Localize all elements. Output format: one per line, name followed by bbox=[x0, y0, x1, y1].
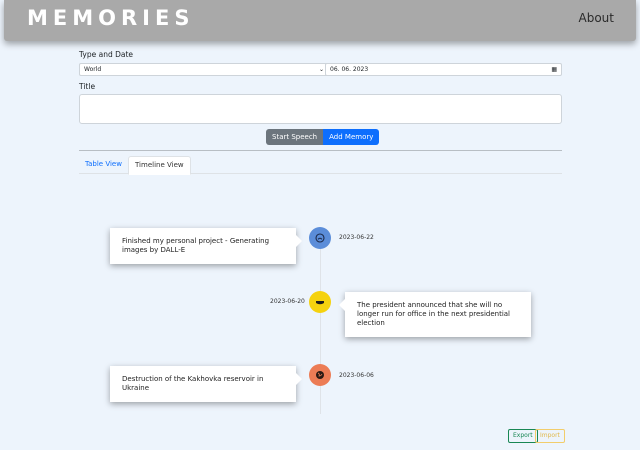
import-button[interactable]: Import bbox=[535, 429, 565, 443]
personal-icon bbox=[315, 233, 325, 243]
timeline-line bbox=[320, 228, 321, 414]
type-date-label: Type and Date bbox=[79, 50, 134, 59]
date-input-value: 06. 06. 2023 bbox=[330, 66, 369, 73]
action-button-group: Start Speech Add Memory bbox=[266, 129, 380, 145]
brand-logo[interactable]: MEMORIES bbox=[27, 6, 194, 30]
timeline-card-text: The president announced that she will no… bbox=[357, 301, 511, 327]
timeline-date: 2023-06-06 bbox=[339, 372, 374, 379]
timeline-card[interactable]: The president announced that she will no… bbox=[339, 292, 531, 337]
about-link[interactable]: About bbox=[579, 11, 614, 25]
title-textarea[interactable] bbox=[79, 94, 562, 124]
calendar-icon[interactable]: ▦ bbox=[551, 64, 557, 75]
timeline-card[interactable]: Destruction of the Kakhovka reservoir in… bbox=[110, 366, 302, 402]
timeline-dot bbox=[309, 291, 331, 313]
chevron-down-icon: ⌄ bbox=[318, 66, 324, 73]
view-tabs: Table View Timeline View bbox=[79, 156, 562, 175]
timeline-date: 2023-06-22 bbox=[339, 234, 374, 241]
world-icon bbox=[316, 371, 324, 379]
start-speech-button[interactable]: Start Speech bbox=[266, 129, 324, 145]
timeline-card[interactable]: Finished my personal project - Generatin… bbox=[110, 228, 302, 264]
divider bbox=[79, 150, 562, 151]
date-input[interactable]: 06. 06. 2023 ▦ bbox=[325, 63, 562, 76]
tab-table-view[interactable]: Table View bbox=[79, 156, 128, 173]
add-memory-button[interactable]: Add Memory bbox=[323, 129, 380, 145]
type-select[interactable]: World ⌄ bbox=[79, 63, 329, 76]
title-label: Title bbox=[79, 82, 96, 91]
tab-timeline-view[interactable]: Timeline View bbox=[128, 156, 191, 175]
timeline-card-text: Destruction of the Kakhovka reservoir in… bbox=[122, 375, 264, 392]
navbar: MEMORIES About bbox=[4, 0, 636, 41]
politics-icon bbox=[316, 301, 324, 305]
timeline-dot bbox=[309, 227, 331, 249]
timeline-date: 2023-06-20 bbox=[270, 298, 305, 305]
timeline-card-text: Finished my personal project - Generatin… bbox=[122, 237, 270, 254]
type-select-value: World bbox=[84, 66, 102, 73]
timeline-dot bbox=[309, 364, 331, 386]
export-button[interactable]: Export bbox=[508, 429, 538, 443]
